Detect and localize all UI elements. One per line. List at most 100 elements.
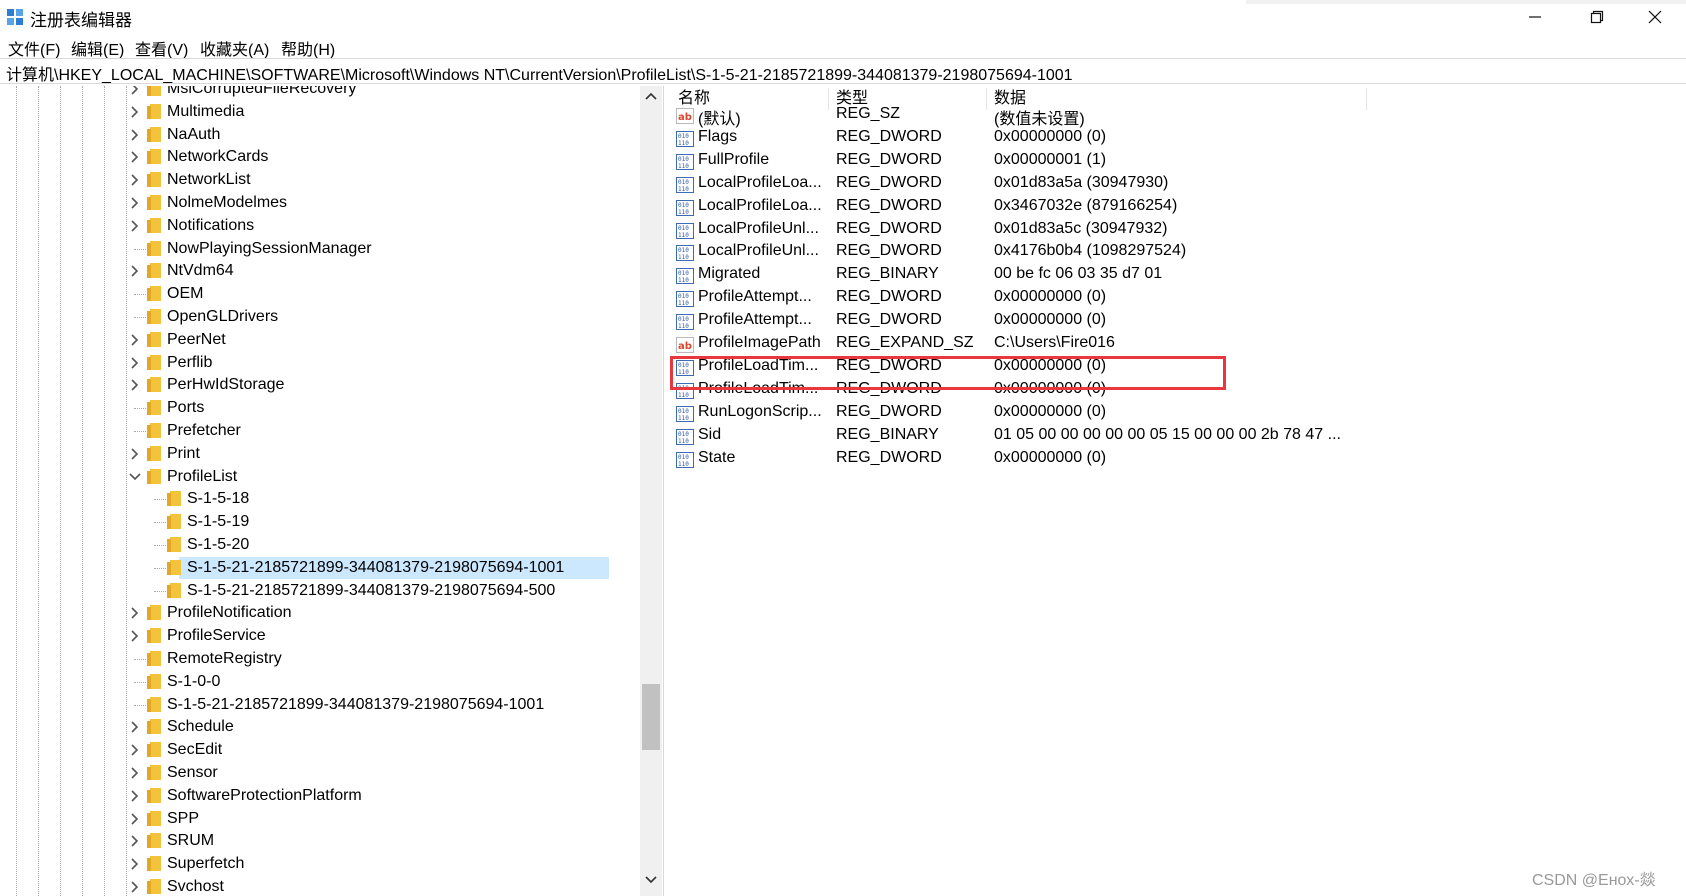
tree-item[interactable]: NowPlayingSessionManager bbox=[4, 238, 644, 260]
tree-item[interactable]: SecEdit bbox=[4, 739, 644, 761]
scroll-up-icon[interactable] bbox=[644, 90, 658, 102]
tree-item[interactable]: S-1-0-0 bbox=[4, 671, 644, 693]
menu-view[interactable]: 查看(V) bbox=[135, 36, 188, 60]
tree-item[interactable]: S-1-5-21-2185721899-344081379-2198075694… bbox=[4, 557, 644, 579]
chevron-right-icon[interactable] bbox=[128, 356, 142, 370]
menu-edit[interactable]: 编辑(E) bbox=[71, 36, 124, 60]
tree-item[interactable]: NolmeModelmes bbox=[4, 192, 644, 214]
value-row[interactable]: 010 110 LocalProfileLoa... REG_DWORD 0x01d83… bbox=[672, 173, 1672, 197]
tree-item[interactable]: PeerNet bbox=[4, 329, 644, 351]
folder-icon bbox=[147, 377, 161, 393]
value-row[interactable]: 010 110 Sid REG_BINARY 01 05 00 00 00 00 00 … bbox=[672, 425, 1672, 449]
tree-item[interactable]: SoftwareProtectionPlatform bbox=[4, 785, 644, 807]
tree-item[interactable]: ProfileList bbox=[4, 466, 644, 488]
chevron-right-icon[interactable] bbox=[128, 196, 142, 210]
tree-item[interactable]: PerHwIdStorage bbox=[4, 374, 644, 396]
tree-item-label: SoftwareProtectionPlatform bbox=[167, 786, 362, 804]
address-bar[interactable]: 计算机\HKEY_LOCAL_MACHINE\SOFTWARE\Microsof… bbox=[0, 58, 1686, 84]
value-row[interactable]: ab (默认) REG_SZ (数值未设置) bbox=[672, 104, 1672, 128]
tree-item[interactable]: ProfileNotification bbox=[4, 602, 644, 624]
tree-item-label: Perflib bbox=[167, 353, 213, 371]
chevron-right-icon[interactable] bbox=[128, 86, 142, 96]
folder-icon bbox=[147, 149, 161, 165]
restore-button[interactable] bbox=[1566, 0, 1628, 34]
scroll-thumb[interactable] bbox=[642, 684, 660, 750]
value-row[interactable]: 010 110 ProfileAttempt... REG_DWORD 0x000000… bbox=[672, 310, 1672, 334]
chevron-right-icon[interactable] bbox=[128, 264, 142, 278]
minimize-icon bbox=[1529, 16, 1541, 18]
folder-icon bbox=[147, 651, 161, 666]
tree-item[interactable]: Print bbox=[4, 443, 644, 465]
address-path[interactable]: 计算机\HKEY_LOCAL_MACHINE\SOFTWARE\Microsof… bbox=[6, 61, 1073, 85]
chevron-right-icon[interactable] bbox=[128, 720, 142, 734]
tree-item[interactable]: Multimedia bbox=[4, 101, 644, 123]
value-row[interactable]: 010 110 Migrated REG_BINARY 00 be fc 06 03 3… bbox=[672, 264, 1672, 288]
tree-scrollbar[interactable] bbox=[640, 86, 662, 896]
chevron-right-icon[interactable] bbox=[128, 606, 142, 620]
chevron-right-icon[interactable] bbox=[128, 766, 142, 780]
tree-item[interactable]: NtVdm64 bbox=[4, 260, 644, 282]
value-data: 0x00000001 (1) bbox=[994, 150, 1107, 168]
tree-item[interactable]: Sensor bbox=[4, 762, 644, 784]
value-row[interactable]: 010 110 RunLogonScrip... REG_DWORD 0x0000000… bbox=[672, 402, 1672, 426]
value-row[interactable]: 010 110 LocalProfileUnl... REG_DWORD 0x4176b… bbox=[672, 241, 1672, 265]
chevron-right-icon[interactable] bbox=[128, 789, 142, 803]
tree-item[interactable]: Perflib bbox=[4, 352, 644, 374]
tree-item[interactable]: S-1-5-21-2185721899-344081379-2198075694… bbox=[4, 580, 644, 602]
tree-item[interactable]: OEM bbox=[4, 283, 644, 305]
tree-item[interactable]: Notifications bbox=[4, 215, 644, 237]
value-row[interactable]: 010 110 FullProfile REG_DWORD 0x00000001 (1) bbox=[672, 150, 1672, 174]
value-row[interactable]: ab ProfileImagePath REG_EXPAND_SZ C:\Users\… bbox=[672, 333, 1672, 357]
close-button[interactable] bbox=[1624, 0, 1686, 34]
tree-item[interactable]: SRUM bbox=[4, 830, 644, 852]
value-row[interactable]: 010 110 State REG_DWORD 0x00000000 (0) bbox=[672, 448, 1672, 472]
chevron-right-icon[interactable] bbox=[128, 629, 142, 643]
tree-item[interactable]: Prefetcher bbox=[4, 420, 644, 442]
chevron-right-icon[interactable] bbox=[128, 333, 142, 347]
chevron-right-icon[interactable] bbox=[128, 128, 142, 142]
folder-icon bbox=[167, 537, 181, 552]
chevron-right-icon[interactable] bbox=[128, 447, 142, 461]
tree-item[interactable]: SPP bbox=[4, 808, 644, 830]
scroll-down-icon[interactable] bbox=[644, 874, 658, 886]
tree-item[interactable]: MsiCorruptedFileRecovery bbox=[4, 86, 644, 100]
tree-item[interactable]: Svchost bbox=[4, 876, 644, 896]
chevron-down-icon[interactable] bbox=[128, 470, 142, 484]
svg-text:110: 110 bbox=[678, 232, 689, 239]
chevron-right-icon[interactable] bbox=[128, 880, 142, 894]
tree-item[interactable]: NetworkList bbox=[4, 169, 644, 191]
value-row[interactable]: 010 110 ProfileAttempt... REG_DWORD 0x000000… bbox=[672, 287, 1672, 311]
value-row[interactable]: 010 110 LocalProfileUnl... REG_DWORD 0x01d83… bbox=[672, 219, 1672, 243]
tree-item[interactable]: RemoteRegistry bbox=[4, 648, 644, 670]
chevron-right-icon[interactable] bbox=[128, 219, 142, 233]
svg-text:110: 110 bbox=[678, 300, 689, 307]
values-list[interactable]: 名称 类型 数据 ab (默认) REG_SZ (数值未设置) 010 110 Flags R… bbox=[672, 86, 1686, 896]
chevron-right-icon[interactable] bbox=[128, 173, 142, 187]
tree-item[interactable]: S-1-5-21-2185721899-344081379-2198075694… bbox=[4, 694, 644, 716]
menu-help[interactable]: 帮助(H) bbox=[281, 36, 335, 60]
key-tree[interactable]: MsiCorruptedFileRecovery Multimedia NaAuth… bbox=[4, 86, 664, 896]
chevron-right-icon[interactable] bbox=[128, 812, 142, 826]
tree-item[interactable]: Superfetch bbox=[4, 853, 644, 875]
menu-favorites[interactable]: 收藏夹(A) bbox=[200, 36, 269, 60]
menu-file[interactable]: 文件(F) bbox=[8, 36, 60, 60]
chevron-right-icon[interactable] bbox=[128, 743, 142, 757]
chevron-right-icon[interactable] bbox=[128, 105, 142, 119]
chevron-right-icon[interactable] bbox=[128, 834, 142, 848]
chevron-right-icon[interactable] bbox=[128, 150, 142, 164]
tree-item[interactable]: Ports bbox=[4, 397, 644, 419]
tree-item[interactable]: S-1-5-20 bbox=[4, 534, 644, 556]
tree-item[interactable]: OpenGLDrivers bbox=[4, 306, 644, 328]
tree-item[interactable]: S-1-5-18 bbox=[4, 488, 644, 510]
chevron-right-icon[interactable] bbox=[128, 857, 142, 871]
tree-item[interactable]: Schedule bbox=[4, 716, 644, 738]
value-name: ProfileAttempt... bbox=[698, 311, 812, 329]
tree-item[interactable]: NaAuth bbox=[4, 124, 644, 146]
minimize-button[interactable] bbox=[1504, 0, 1566, 34]
tree-item[interactable]: NetworkCards bbox=[4, 146, 644, 168]
chevron-right-icon[interactable] bbox=[128, 378, 142, 392]
tree-item[interactable]: S-1-5-19 bbox=[4, 511, 644, 533]
value-row[interactable]: 010 110 LocalProfileLoa... REG_DWORD 0x34670… bbox=[672, 196, 1672, 220]
tree-item[interactable]: ProfileService bbox=[4, 625, 644, 647]
value-row[interactable]: 010 110 Flags REG_DWORD 0x00000000 (0) bbox=[672, 127, 1672, 151]
